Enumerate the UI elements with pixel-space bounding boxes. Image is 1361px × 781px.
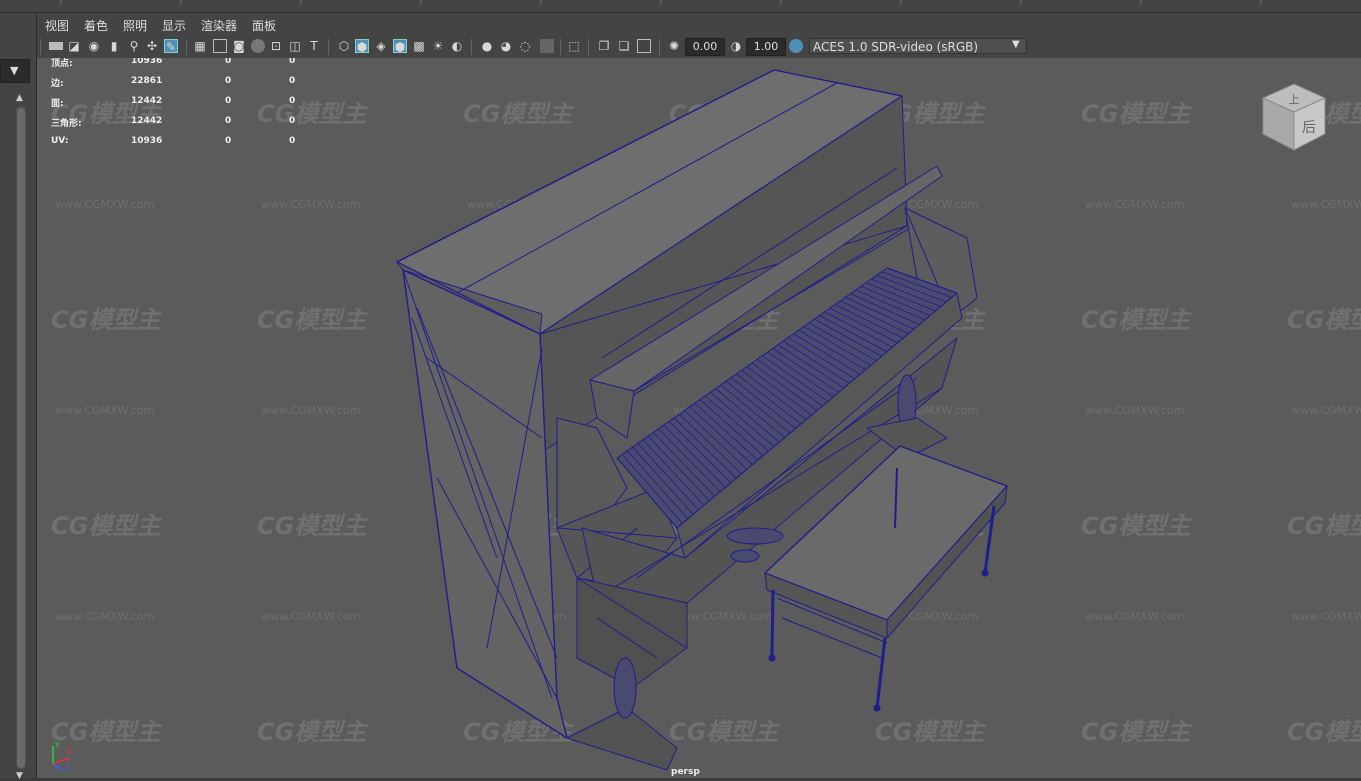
- wireframe-on-shaded-icon[interactable]: ⬢: [393, 39, 407, 54]
- panel-dropdown[interactable]: ▼: [0, 59, 30, 83]
- safe-title-icon[interactable]: T: [307, 39, 321, 53]
- xray-joints-icon[interactable]: ❏: [617, 39, 631, 53]
- viewcube-face-label: 后: [1302, 120, 1316, 136]
- axis-gizmo-icon: x y z: [52, 739, 72, 772]
- toolbar-separator: [186, 39, 187, 55]
- menu-renderer[interactable]: 渲染器: [201, 17, 237, 34]
- menu-view[interactable]: 视图: [45, 17, 69, 34]
- toolbar-separator: [40, 39, 41, 55]
- grease-pencil-icon[interactable]: ✎: [164, 39, 178, 54]
- toolbar-separator: [588, 39, 589, 55]
- image-plane-icon[interactable]: ⚲: [127, 39, 141, 53]
- motion-blur-icon[interactable]: ◕: [499, 39, 513, 53]
- viewport-toolbar: ◪ ◉ ▮ ⚲ ✣ ✎ ▦ ◙ ⊡ ◫ T ⬡ ⬢ ◈ ⬢ ▩ ☀ ◐ ● ◕ …: [37, 36, 1361, 59]
- chevron-down-icon: ▼: [10, 64, 19, 77]
- field-chart-icon[interactable]: ⊡: [269, 39, 283, 53]
- resolution-gate-icon[interactable]: ◙: [232, 39, 246, 53]
- multisample-aa-icon[interactable]: ◌: [518, 39, 532, 53]
- gamma-field[interactable]: 1.00: [746, 38, 786, 56]
- xray-components-icon[interactable]: [637, 39, 651, 53]
- toolbar-separator: [659, 39, 660, 55]
- scroll-down-icon[interactable]: ▼: [16, 771, 23, 781]
- shadows-icon[interactable]: ◐: [450, 39, 464, 53]
- bookmark-camera-icon[interactable]: ◉: [87, 39, 101, 53]
- color-space-dropdown[interactable]: ACES 1.0 SDR-video (sRGB): [809, 38, 1027, 54]
- piano-model-wireframe[interactable]: [37, 58, 1361, 778]
- smooth-shade-icon[interactable]: ⬢: [355, 39, 369, 54]
- isolate-select-icon[interactable]: ⬚: [567, 39, 581, 53]
- top-strip: [0, 0, 1361, 13]
- toolbar-separator: [328, 39, 329, 55]
- menu-panels[interactable]: 面板: [252, 17, 276, 34]
- menu-shading[interactable]: 着色: [84, 17, 108, 34]
- default-material-icon[interactable]: ◈: [374, 39, 388, 53]
- left-panel: ▼ ▲ ▼: [0, 13, 37, 781]
- menu-lighting[interactable]: 照明: [123, 17, 147, 34]
- toolbar-separator: [560, 39, 561, 55]
- gamma-icon[interactable]: ◑: [729, 39, 743, 53]
- chevron-down-icon[interactable]: ▼: [1012, 39, 1020, 50]
- view-transform-icon[interactable]: [789, 39, 803, 53]
- gate-mask-icon[interactable]: [251, 39, 265, 53]
- scroll-up-icon[interactable]: ▲: [16, 93, 23, 103]
- 3d-viewport[interactable]: CG模型主 CG模型主 CG模型主 CG模型主 www.CGMXW.com www.CGM…: [37, 58, 1361, 778]
- bookmark-icon[interactable]: ▮: [107, 39, 121, 53]
- use-all-lights-icon[interactable]: ☀: [431, 39, 445, 53]
- menu-show[interactable]: 显示: [162, 17, 186, 34]
- safe-action-icon[interactable]: ◫: [288, 39, 302, 53]
- viewcube-icon[interactable]: 上 后: [1259, 80, 1329, 152]
- film-gate-icon[interactable]: [213, 39, 227, 53]
- camera-attributes-icon[interactable]: ◪: [67, 39, 81, 53]
- screen-space-ao-icon[interactable]: ●: [480, 39, 494, 53]
- viewcube-top-label: 上: [1289, 93, 1300, 106]
- 2d-pan-zoom-icon[interactable]: ✣: [145, 39, 159, 53]
- depth-of-field-icon[interactable]: [540, 39, 554, 53]
- textured-icon[interactable]: ▩: [412, 39, 426, 53]
- camera-select-icon[interactable]: [49, 42, 63, 50]
- exposure-field[interactable]: 0.00: [685, 38, 725, 56]
- axis-z-label: z: [66, 763, 70, 772]
- xray-icon[interactable]: ❐: [597, 39, 611, 53]
- axis-x-label: x: [67, 747, 72, 756]
- scrollbar-thumb[interactable]: [17, 108, 25, 768]
- viewport-menubar: 视图 着色 照明 显示 渲染器 面板: [37, 13, 1361, 36]
- wireframe-icon[interactable]: ⬡: [337, 39, 351, 53]
- axis-y-label: y: [55, 739, 60, 748]
- exposure-icon[interactable]: ✺: [667, 39, 681, 53]
- left-scrollbar[interactable]: [16, 105, 26, 770]
- camera-name-label: persp: [671, 767, 700, 777]
- grid-icon[interactable]: ▦: [193, 39, 207, 53]
- toolbar-separator: [471, 39, 472, 55]
